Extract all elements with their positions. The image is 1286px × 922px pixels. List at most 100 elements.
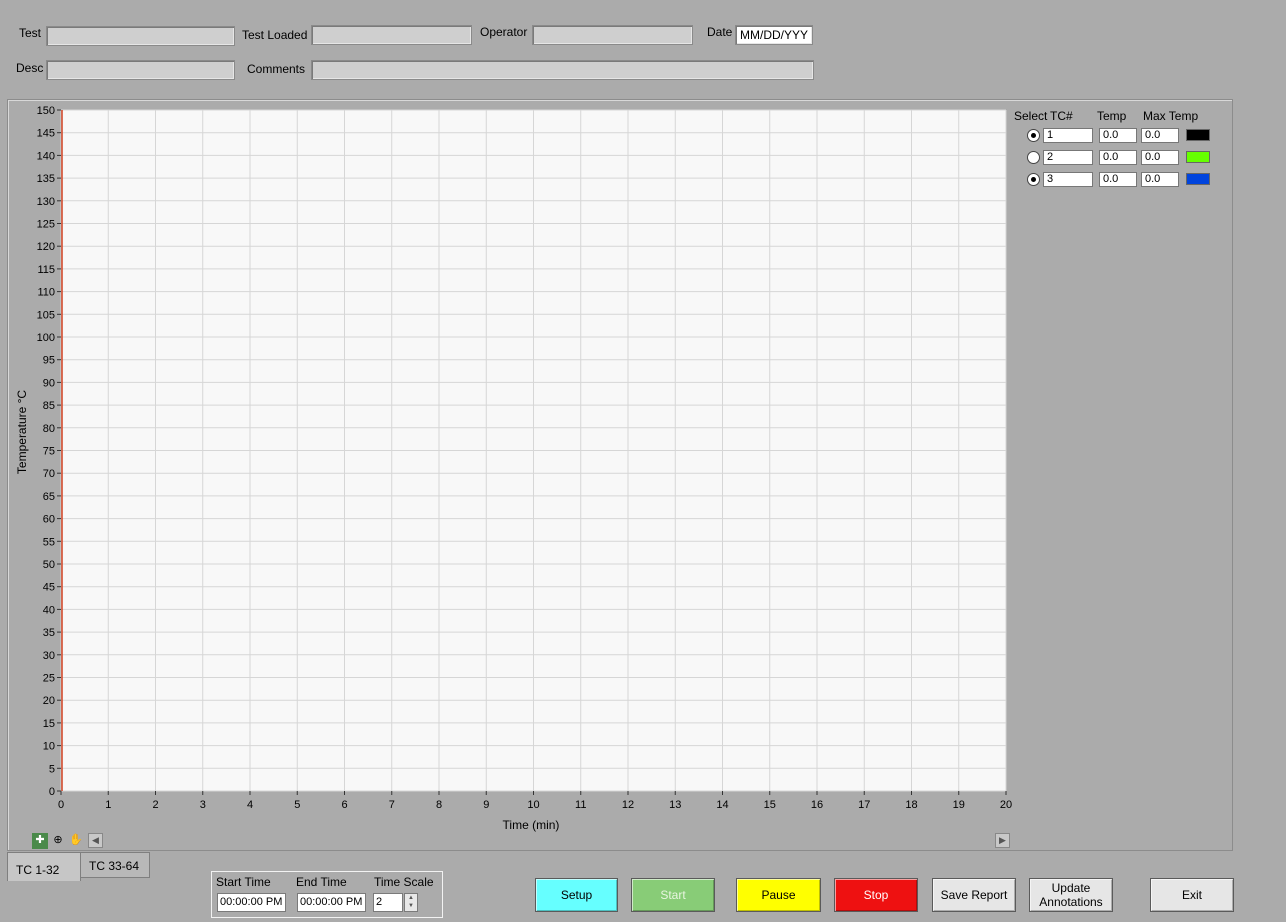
start-button[interactable]: Start bbox=[631, 878, 715, 912]
tc-number-field[interactable]: 3 bbox=[1043, 172, 1093, 187]
tc-temp-field: 0.0 bbox=[1099, 150, 1137, 165]
tc-temp-field: 0.0 bbox=[1099, 128, 1137, 143]
y-tick-label: 5 bbox=[49, 763, 55, 775]
x-tick-label: 7 bbox=[389, 799, 395, 811]
legend-max-temp-header: Max Temp bbox=[1143, 109, 1199, 123]
y-tick-label: 90 bbox=[43, 377, 55, 389]
x-tick-label: 9 bbox=[483, 799, 489, 811]
y-tick-label: 140 bbox=[37, 150, 55, 162]
tc-select-radio[interactable] bbox=[1027, 129, 1040, 142]
y-tick-label: 80 bbox=[43, 423, 55, 435]
test-field[interactable] bbox=[46, 26, 235, 46]
y-tick-label: 0 bbox=[49, 786, 55, 798]
y-tick-label: 15 bbox=[43, 718, 55, 730]
x-tick-label: 6 bbox=[341, 799, 347, 811]
x-tick-label: 11 bbox=[575, 799, 586, 811]
desc-field[interactable] bbox=[46, 60, 235, 80]
scroll-left-button[interactable]: ◀ bbox=[88, 833, 103, 848]
x-tick-label: 4 bbox=[247, 799, 253, 811]
operator-label: Operator bbox=[480, 25, 528, 39]
test-label: Test bbox=[19, 26, 42, 40]
comments-label: Comments bbox=[247, 62, 306, 76]
stop-button[interactable]: Stop bbox=[834, 878, 918, 912]
y-tick-label: 115 bbox=[37, 264, 55, 276]
tc-color-swatch[interactable] bbox=[1186, 129, 1210, 141]
save-report-button[interactable]: Save Report bbox=[932, 878, 1016, 912]
legend-tc-header: TC# bbox=[1050, 109, 1073, 123]
test-loaded-field[interactable] bbox=[311, 25, 472, 45]
tc-select-radio[interactable] bbox=[1027, 173, 1040, 186]
stepper-up-icon[interactable]: ▲ bbox=[405, 894, 417, 902]
y-axis-ticks: 0 5 10 15 20 25 30 35 40 45 50 55 60 65 70 75 80 85 90 95 10… bbox=[37, 105, 61, 798]
graph-panel: 0 5 10 15 20 25 30 35 40 45 50 55 60 65 70 75 80 85 90 95 10… bbox=[7, 99, 1233, 851]
y-tick-label: 70 bbox=[43, 468, 55, 480]
x-tick-label: 16 bbox=[811, 799, 823, 811]
time-scale-stepper[interactable]: ▲ ▼ bbox=[404, 893, 418, 912]
y-tick-label: 110 bbox=[37, 287, 55, 299]
scroll-right-button[interactable]: ▶ bbox=[995, 833, 1010, 848]
x-tick-label: 12 bbox=[622, 799, 634, 811]
x-tick-label: 0 bbox=[58, 799, 64, 811]
x-tick-label: 20 bbox=[1000, 799, 1012, 811]
y-tick-label: 60 bbox=[43, 514, 55, 526]
crosshair-icon[interactable]: ✚ bbox=[32, 833, 48, 849]
y-tick-label: 135 bbox=[37, 173, 55, 185]
x-tick-label: 15 bbox=[764, 799, 776, 811]
tc-max-temp-field: 0.0 bbox=[1141, 150, 1179, 165]
x-tick-label: 13 bbox=[669, 799, 681, 811]
tc-temp-field: 0.0 bbox=[1099, 172, 1137, 187]
x-tick-label: 5 bbox=[294, 799, 300, 811]
stepper-down-icon[interactable]: ▼ bbox=[405, 902, 417, 910]
tc-select-radio[interactable] bbox=[1027, 151, 1040, 164]
pause-button[interactable]: Pause bbox=[736, 878, 821, 912]
start-time-field[interactable]: 00:00:00 PM bbox=[217, 893, 286, 912]
update-annotations-button[interactable]: Update Annotations bbox=[1029, 878, 1113, 912]
tab-tc-1-32[interactable]: TC 1-32 bbox=[7, 852, 81, 881]
legend-select-header: Select bbox=[1014, 109, 1048, 123]
x-axis-title: Time (min) bbox=[503, 818, 560, 832]
y-tick-label: 85 bbox=[43, 400, 55, 412]
hand-icon[interactable]: ✋ bbox=[68, 833, 84, 849]
x-tick-label: 10 bbox=[527, 799, 539, 811]
date-label: Date bbox=[707, 25, 733, 39]
y-tick-label: 45 bbox=[43, 582, 55, 594]
x-axis-ticks: 0 1 2 3 4 5 6 7 8 9 10 11 12 13 14 15 16 17 18 19 20 bbox=[58, 791, 1012, 811]
y-axis-title: Temperature °C bbox=[15, 390, 29, 474]
y-tick-label: 75 bbox=[43, 446, 55, 458]
tc-max-temp-field: 0.0 bbox=[1141, 128, 1179, 143]
y-tick-label: 40 bbox=[43, 604, 55, 616]
comments-field[interactable] bbox=[311, 60, 814, 80]
y-tick-label: 35 bbox=[43, 627, 55, 639]
y-tick-label: 30 bbox=[43, 650, 55, 662]
temperature-chart: 0510152025303540455055606570758085909510… bbox=[15, 105, 1012, 832]
time-scale-label: Time Scale bbox=[374, 875, 434, 889]
operator-field[interactable] bbox=[532, 25, 693, 45]
zoom-icon[interactable]: ⊕ bbox=[50, 833, 66, 849]
y-tick-label: 105 bbox=[37, 309, 55, 321]
tc-max-temp-field: 0.0 bbox=[1141, 172, 1179, 187]
y-tick-label: 100 bbox=[37, 332, 55, 344]
y-tick-label: 50 bbox=[43, 559, 55, 571]
y-tick-label: 145 bbox=[37, 128, 55, 140]
y-tick-label: 150 bbox=[37, 105, 55, 117]
x-tick-label: 18 bbox=[905, 799, 917, 811]
tc-color-swatch[interactable] bbox=[1186, 151, 1210, 163]
legend-temp-header: Temp bbox=[1097, 109, 1127, 123]
x-tick-label: 19 bbox=[953, 799, 965, 811]
time-controls-box: Start Time 00:00:00 PM End Time 00:00:00… bbox=[211, 871, 443, 918]
tc-number-field[interactable]: 2 bbox=[1043, 150, 1093, 165]
y-tick-label: 20 bbox=[43, 695, 55, 707]
setup-button[interactable]: Setup bbox=[535, 878, 618, 912]
tc-number-field[interactable]: 1 bbox=[1043, 128, 1093, 143]
update-annotations-line1: Update bbox=[1051, 881, 1091, 895]
time-scale-field[interactable]: 2 bbox=[373, 893, 403, 912]
end-time-field[interactable]: 00:00:00 PM bbox=[297, 893, 366, 912]
tc-color-swatch[interactable] bbox=[1186, 173, 1210, 185]
tab-tc-33-64[interactable]: TC 33-64 bbox=[80, 852, 150, 878]
y-tick-label: 125 bbox=[37, 219, 55, 231]
x-tick-label: 8 bbox=[436, 799, 442, 811]
y-tick-label: 25 bbox=[43, 673, 55, 685]
date-field[interactable]: MM/DD/YYY bbox=[735, 25, 813, 45]
y-tick-label: 120 bbox=[37, 241, 55, 253]
exit-button[interactable]: Exit bbox=[1150, 878, 1234, 912]
